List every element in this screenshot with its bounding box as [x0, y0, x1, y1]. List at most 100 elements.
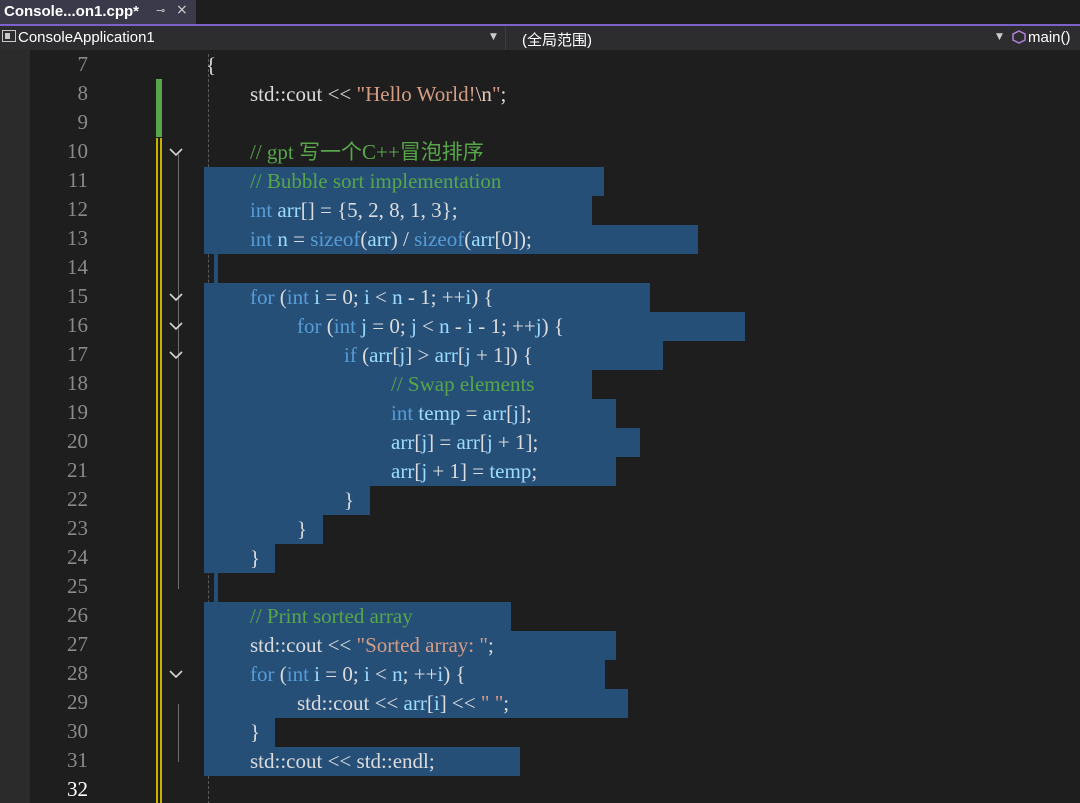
code-token: // Print sorted array	[250, 604, 413, 628]
code-token: ) {	[541, 314, 564, 338]
code-token: (	[356, 343, 370, 367]
line-number: 21	[67, 458, 88, 482]
line-number: 31	[67, 748, 88, 772]
code-line[interactable]: 28 for (int i = 0; i < n; ++i) {	[0, 660, 1080, 689]
code-line[interactable]: 15 for (int i = 0; i < n - 1; ++i) {	[0, 283, 1080, 312]
fold-chevron-icon[interactable]	[166, 142, 186, 162]
code-token: (	[274, 285, 287, 309]
code-line[interactable]: 12 int arr[] = {5, 2, 8, 1, 3};	[0, 196, 1080, 225]
code-editor[interactable]: 7{8 std::cout << "Hello World!\n"; 9 10// g…	[0, 50, 1080, 803]
project-icon	[2, 29, 16, 46]
fold-chevron-icon[interactable]	[166, 345, 186, 365]
code-token: }	[250, 546, 261, 570]
code-line[interactable]: 9	[0, 109, 1080, 138]
fold-chevron-icon[interactable]	[166, 287, 186, 307]
code-token: (	[321, 314, 334, 338]
code-line[interactable]: 20 arr[j] = arr[j + 1];	[0, 428, 1080, 457]
code-token: "	[491, 82, 501, 106]
code-line[interactable]: 19 int temp = arr[j];	[0, 399, 1080, 428]
code-token: {	[206, 53, 217, 77]
code-line[interactable]: 25	[0, 573, 1080, 602]
project-dropdown[interactable]: ConsoleApplication1 ▼	[0, 26, 505, 50]
code-token: // Swap elements	[391, 372, 535, 396]
code-line[interactable]: 27 std::cout << "Sorted array: ";	[0, 631, 1080, 660]
code-token: std::cout << std::endl;	[250, 749, 435, 773]
code-token: ; ++	[402, 662, 438, 686]
code-line[interactable]: 24}	[0, 544, 1080, 573]
code-text: for (int j = 0; j < n - i - 1; ++j) {	[204, 312, 745, 341]
code-text: if (arr[j] > arr[j + 1]) {	[204, 341, 663, 370]
code-token: - 1; ++	[402, 285, 466, 309]
code-token: sizeof	[310, 227, 361, 251]
scope-name: (全局范围)	[522, 32, 592, 49]
line-number: 24	[67, 545, 88, 569]
code-line[interactable]: 22}	[0, 486, 1080, 515]
tab-console-cpp[interactable]: Console...on1.cpp* ⊸ ×	[0, 0, 196, 24]
code-token: - 1; ++	[472, 314, 536, 338]
code-line[interactable]: 29 std::cout << arr[i] << " ";	[0, 689, 1080, 718]
chevron-down-icon: ▼	[996, 32, 1003, 42]
code-token: ] >	[405, 343, 435, 367]
code-line[interactable]: 10 // gpt 写一个C++冒泡排序	[0, 138, 1080, 167]
code-text: std::cout << arr[i] << " ";	[204, 689, 628, 718]
code-token: n	[392, 285, 403, 309]
code-token: ;	[531, 459, 538, 483]
code-line[interactable]: 16 for (int j = 0; j < n - i - 1; ++j) {	[0, 312, 1080, 341]
fold-chevron-icon[interactable]	[166, 316, 186, 336]
code-token: std::cout <<	[297, 691, 404, 715]
code-text: }	[204, 515, 323, 544]
code-line[interactable]: 26 // Print sorted array	[0, 602, 1080, 631]
code-text: {	[206, 51, 216, 80]
line-number: 7	[77, 52, 89, 76]
code-text: std::cout << "Hello World!\n";	[250, 80, 506, 109]
code-text: // gpt 写一个C++冒泡排序	[250, 138, 484, 167]
line-number: 12	[67, 197, 88, 221]
line-number: 16	[67, 313, 88, 337]
close-icon[interactable]: ×	[176, 2, 188, 18]
code-token: "Sorted array: "	[356, 633, 488, 657]
code-token: int	[286, 285, 309, 309]
member-dropdown[interactable]: main()	[1008, 26, 1080, 50]
pin-icon[interactable]: ⊸	[156, 4, 165, 17]
code-line[interactable]: 7{	[0, 51, 1080, 80]
tab-bar: Console...on1.cpp* ⊸ ×	[0, 0, 1080, 26]
code-text: for (int i = 0; i < n; ++i) {	[204, 660, 605, 689]
navigation-bar: ConsoleApplication1 ▼ (全局范围) ▼ main()	[0, 26, 1080, 50]
code-line[interactable]: 23}	[0, 515, 1080, 544]
line-number: 30	[67, 719, 88, 743]
code-line[interactable]: 8 std::cout << "Hello World!\n";	[0, 80, 1080, 109]
code-token: for	[250, 662, 275, 686]
code-token: = 0;	[320, 285, 364, 309]
code-line[interactable]: 21 arr[j + 1] = temp;	[0, 457, 1080, 486]
code-token: int	[391, 401, 414, 425]
code-token: arr	[391, 459, 415, 483]
line-number: 28	[67, 661, 88, 685]
code-token: // gpt 写一个C++冒泡排序	[250, 140, 484, 164]
code-line[interactable]: 11 // Bubble sort implementation	[0, 167, 1080, 196]
code-line[interactable]: 31 std::cout << std::endl;	[0, 747, 1080, 776]
code-line[interactable]: 18 // Swap elements	[0, 370, 1080, 399]
code-token: (	[274, 662, 287, 686]
scope-dropdown[interactable]: (全局范围) ▼	[506, 26, 1006, 50]
line-number: 25	[67, 574, 88, 598]
line-number: 18	[67, 371, 88, 395]
code-token: std::cout <<	[250, 82, 357, 106]
line-number: 27	[67, 632, 88, 656]
code-line[interactable]: 14	[0, 254, 1080, 283]
code-text: }	[204, 544, 275, 573]
code-token: arr	[403, 691, 427, 715]
code-line[interactable]: 17 if (arr[j] > arr[j + 1]) {	[0, 341, 1080, 370]
line-number: 8	[77, 81, 89, 105]
code-line[interactable]: 13 int n = sizeof(arr) / sizeof(arr[0]);	[0, 225, 1080, 254]
code-token: ;	[487, 633, 494, 657]
code-token: ];	[518, 401, 532, 425]
code-text: for (int i = 0; i < n - 1; ++i) {	[204, 283, 650, 312]
code-token: ] <<	[439, 691, 481, 715]
code-token: + 1]) {	[470, 343, 533, 367]
code-line[interactable]: 32	[0, 776, 1080, 803]
code-text: arr[j] = arr[j + 1];	[204, 428, 640, 457]
code-line[interactable]: 30}	[0, 718, 1080, 747]
fold-chevron-icon[interactable]	[166, 664, 186, 684]
code-token: arr	[434, 343, 458, 367]
line-number: 10	[67, 139, 88, 163]
